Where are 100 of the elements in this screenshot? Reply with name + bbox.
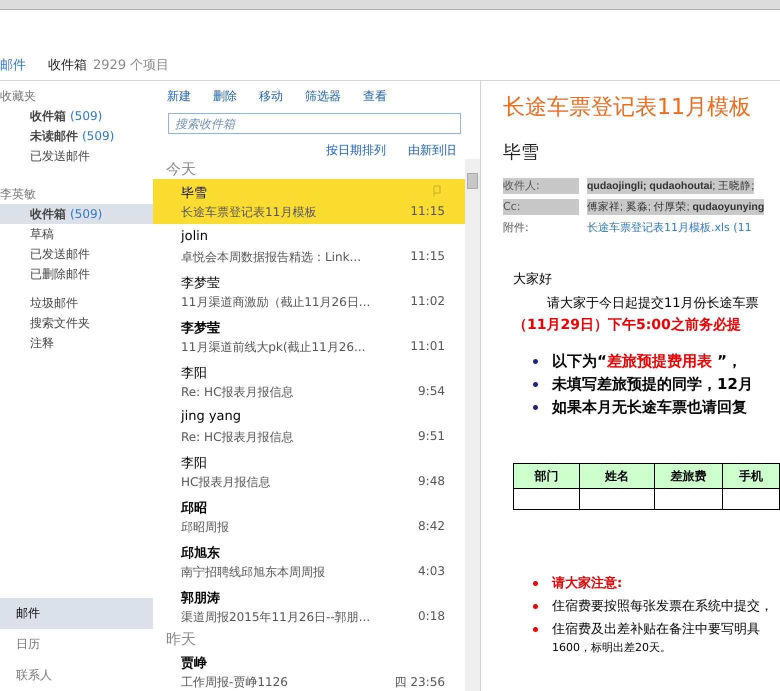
message-time: 4:03 bbox=[418, 564, 445, 580]
message-subject: 卓悦会本周数据报告精选：Link... bbox=[181, 249, 362, 266]
date-group-heading: 昨天 bbox=[165, 629, 197, 649]
folder-item[interactable]: 垃圾邮件 bbox=[0, 293, 153, 313]
message-time: 11:15 bbox=[410, 204, 445, 220]
message-time: 11:01 bbox=[410, 339, 445, 355]
search-field[interactable]: 搜索收件箱 bbox=[168, 113, 461, 134]
folder-item[interactable]: 已发送邮件 bbox=[0, 244, 153, 264]
nav-item[interactable]: 邮件 bbox=[0, 598, 153, 629]
message-time: 四 23:56 bbox=[394, 674, 445, 691]
field-label: Cc: bbox=[503, 199, 579, 215]
nav-item[interactable]: 日历 bbox=[0, 629, 153, 660]
message-subject: HC报表月报信息 bbox=[181, 474, 270, 491]
folder-group-label: 收藏夹 bbox=[0, 88, 37, 105]
message-item[interactable]: 李阳 HC报表月报信息 9:48 bbox=[153, 449, 465, 494]
folder-item[interactable]: 注释 bbox=[0, 333, 153, 353]
message-item[interactable]: 邱旭东 南宁招聘线邱旭东本周周报 4:03 bbox=[153, 539, 465, 584]
message-subject: 长途车票登记表11月模板 bbox=[181, 204, 316, 221]
recipient-list: 傅家祥; 奚淼; 付厚荣; qudaoyunying bbox=[587, 199, 764, 215]
message-item[interactable]: 李梦莹 11月渠道商激励（截止11月26日... 11:02 bbox=[153, 269, 465, 314]
attachment-link[interactable]: 长途车票登记表11月模板.xls (11 bbox=[587, 220, 780, 236]
message-item[interactable]: 毕雪 长途车票登记表11月模板 11:15 bbox=[153, 179, 465, 224]
message-time: 9:48 bbox=[418, 474, 445, 490]
flag-icon[interactable] bbox=[433, 185, 441, 197]
email-subject: 长途车票登记表11月模板 bbox=[503, 94, 752, 122]
toolbar-button[interactable]: 查看 bbox=[363, 88, 387, 105]
body-paragraph: 请大家于今日起提交11月份长途车票 bbox=[546, 295, 760, 312]
recipient-list: qudaojingli; qudaohoutai; 王晓静; bbox=[587, 178, 754, 194]
field-label: 收件人: bbox=[503, 178, 579, 194]
note-text: 1600，标明出差20天。 bbox=[551, 640, 672, 655]
message-item[interactable]: 邱昭 邱昭周报 8:42 bbox=[153, 494, 465, 539]
deadline-text: （11月29日）下午5:00之前务必提 bbox=[513, 316, 742, 334]
folder-item[interactable]: 未读邮件 (509) bbox=[0, 126, 153, 146]
toolbar-button[interactable]: 新建 bbox=[167, 88, 191, 105]
message-sender: jolin bbox=[181, 229, 208, 246]
table-cell bbox=[722, 488, 780, 510]
message-sender: 李阳 bbox=[181, 365, 207, 382]
sort-link[interactable]: 由新到旧 bbox=[408, 142, 456, 159]
message-subject: Re: HC报表月报信息 bbox=[181, 429, 294, 446]
nav-item[interactable]: 联系人 bbox=[0, 660, 153, 691]
message-subject: 11月渠道商激励（截止11月26日... bbox=[181, 294, 370, 311]
message-subject: 工作周报-贾峥1126 bbox=[181, 674, 288, 691]
sort-link[interactable]: 按日期排列 bbox=[326, 142, 386, 159]
table-header: 手机 bbox=[722, 464, 780, 488]
folder-item[interactable]: 收件箱 (509) bbox=[0, 106, 153, 126]
toolbar-button[interactable]: 筛选器 bbox=[305, 88, 341, 105]
message-item[interactable]: 李梦莹 11月渠道前线大pk(截止11月26... 11:01 bbox=[153, 314, 465, 359]
note-text: 住宿费要按照每张发票在系统中提交， bbox=[552, 598, 773, 615]
table-header: 差旅费 bbox=[654, 464, 723, 488]
folder-item[interactable]: 已发送邮件 bbox=[0, 146, 153, 166]
message-sender: 李梦莹 bbox=[181, 320, 220, 337]
message-item[interactable]: 贾峥 工作周报-贾峥1126 四 23:56 bbox=[153, 649, 465, 691]
folder-item[interactable]: 草稿 bbox=[0, 224, 153, 244]
message-item[interactable]: jing yang Re: HC报表月报信息 9:51 bbox=[153, 404, 465, 449]
message-time: 0:18 bbox=[418, 609, 445, 625]
folder-item[interactable]: 已删除邮件 bbox=[0, 264, 153, 284]
bullet-icon bbox=[533, 359, 538, 364]
scroll-thumb[interactable] bbox=[467, 173, 478, 189]
message-time: 11:15 bbox=[410, 249, 445, 265]
folder-item[interactable]: 收件箱 (509) bbox=[0, 204, 153, 224]
bullet-text: 未填写差旅预提的同学，12月 bbox=[552, 375, 753, 394]
message-sender: 李梦莹 bbox=[181, 275, 220, 292]
table-cell bbox=[654, 488, 723, 510]
note-text: 请大家注意: bbox=[552, 574, 622, 592]
message-subject: 南宁招聘线邱旭东本周周报 bbox=[181, 564, 325, 581]
table-header: 部门 bbox=[514, 464, 580, 488]
message-subject: Re: HC报表月报信息 bbox=[181, 384, 294, 401]
bullet-icon bbox=[533, 604, 538, 608]
message-sender: jing yang bbox=[181, 409, 241, 426]
message-subject: 邱昭周报 bbox=[181, 519, 229, 536]
message-item[interactable]: jolin 卓悦会本周数据报告精选：Link... 11:15 bbox=[153, 224, 465, 269]
item-count: 2929 个项目 bbox=[93, 57, 170, 74]
toolbar-button[interactable]: 删除 bbox=[213, 88, 237, 105]
message-time: 8:42 bbox=[418, 519, 445, 535]
bullet-text: 以下为“差旅预提费用表 ”， bbox=[552, 352, 742, 371]
app-title: 邮件 bbox=[0, 57, 26, 74]
bullet-icon bbox=[533, 405, 538, 410]
message-subject: 11月渠道前线大pk(截止11月26... bbox=[181, 339, 366, 356]
folder-title: 收件箱 bbox=[48, 57, 87, 74]
message-time: 9:54 bbox=[418, 384, 445, 400]
message-sender: 毕雪 bbox=[181, 185, 207, 202]
message-sender: 贾峥 bbox=[181, 655, 207, 672]
date-group-heading: 今天 bbox=[165, 159, 197, 179]
folder-item[interactable]: 搜索文件夹 bbox=[0, 313, 153, 333]
message-time: 11:02 bbox=[410, 294, 445, 310]
table-cell bbox=[514, 488, 580, 510]
folder-group-label: 李英敏 bbox=[0, 186, 37, 203]
scrollbar[interactable] bbox=[465, 159, 480, 691]
message-sender: 邱旭东 bbox=[181, 544, 220, 562]
toolbar-button[interactable]: 移动 bbox=[259, 88, 283, 105]
bullet-icon bbox=[533, 626, 538, 632]
note-text: 住宿费及出差补贴在备注中要写明具 bbox=[552, 621, 760, 638]
message-sender: 郭朋涛 bbox=[181, 590, 220, 607]
email-sender: 毕雪 bbox=[503, 141, 540, 164]
message-sender: 邱昭 bbox=[181, 500, 207, 517]
field-label: 附件: bbox=[503, 220, 530, 236]
message-item[interactable]: 郭朋涛 渠道周报2015年11月26日--郭朋... 0:18 bbox=[153, 584, 465, 629]
message-item[interactable]: 李阳 Re: HC报表月报信息 9:54 bbox=[153, 359, 465, 404]
table-header: 姓名 bbox=[580, 464, 655, 488]
message-subject: 渠道周报2015年11月26日--郭朋... bbox=[181, 609, 370, 626]
